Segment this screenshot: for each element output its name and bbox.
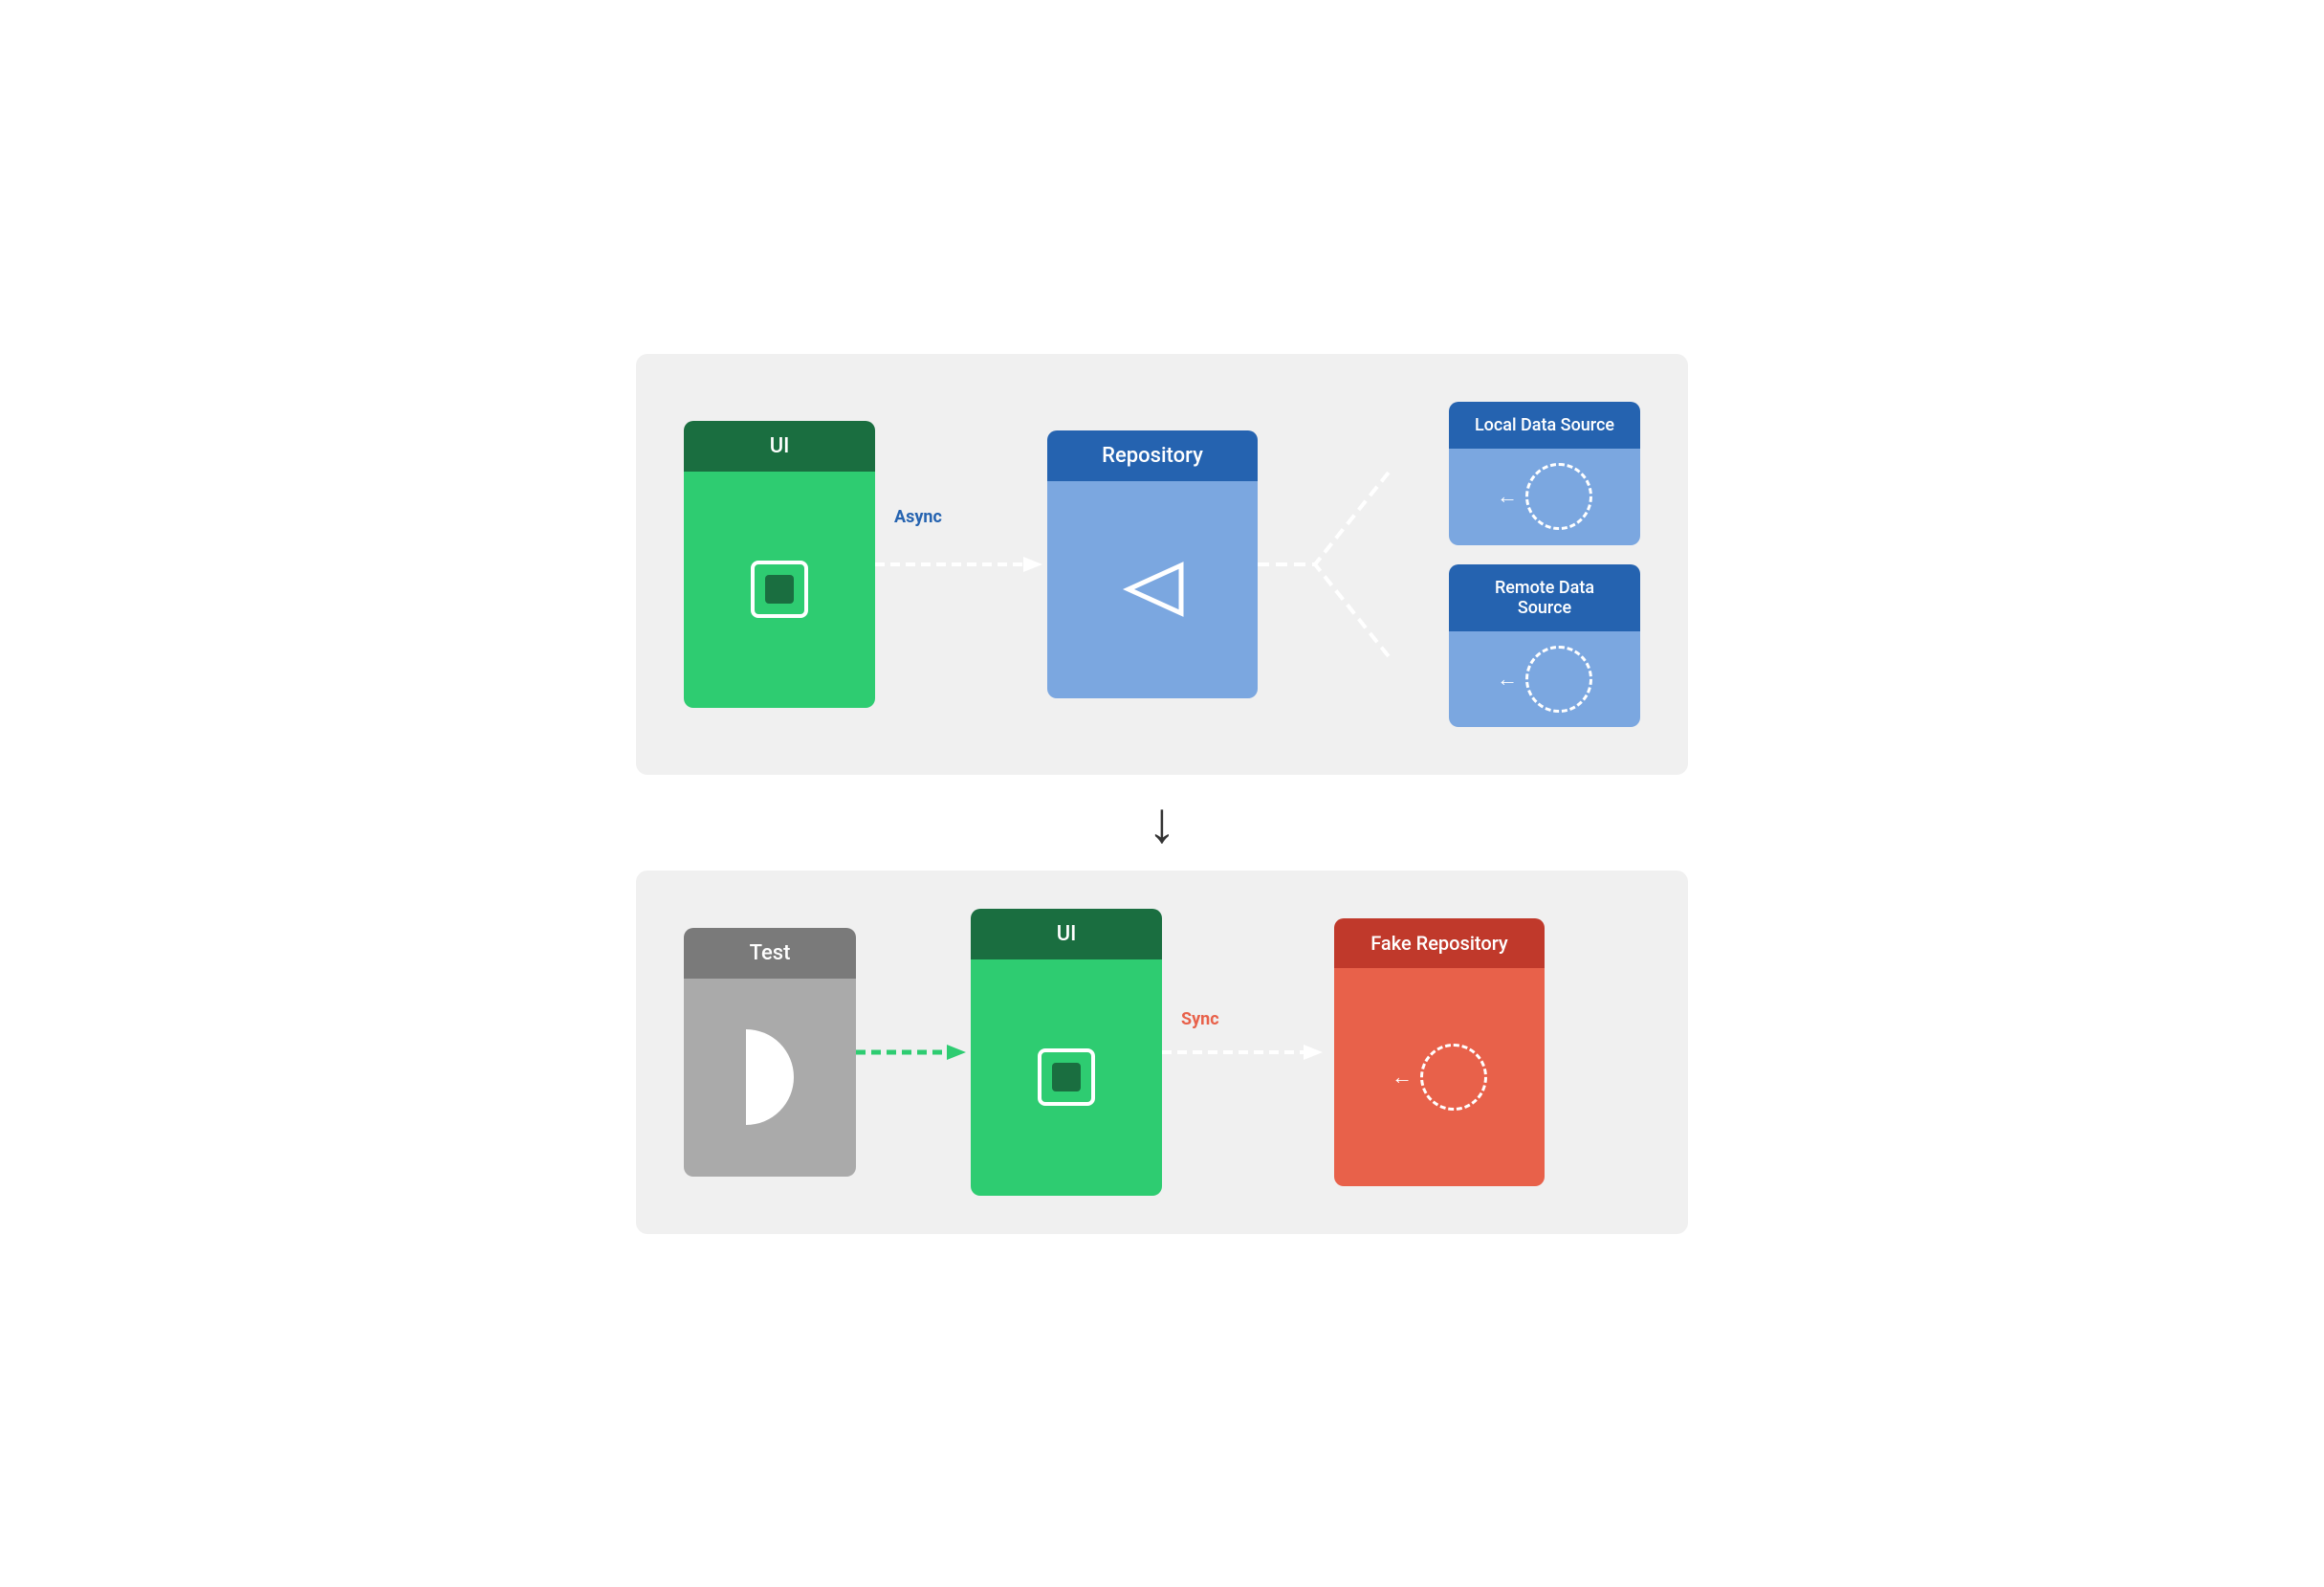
fake-repo-arrow: ← (1392, 1065, 1413, 1090)
local-ds-box: Local Data Source ← (1449, 402, 1640, 545)
local-ds-body: ← (1449, 449, 1640, 545)
async-line (875, 536, 1047, 593)
remote-ds-box: Remote Data Source ← (1449, 564, 1640, 727)
top-diagram: UI Async Repository (636, 354, 1688, 775)
remote-ds-body: ← (1449, 631, 1640, 727)
down-arrow: ↓ (1148, 794, 1176, 851)
local-ds-circle (1525, 463, 1592, 530)
bottom-ui-square-icon (1038, 1048, 1095, 1106)
ui-box: UI (684, 421, 875, 708)
remote-ds-circle (1525, 646, 1592, 713)
ds-column: Local Data Source ← Remote Data Source ← (1449, 402, 1640, 727)
local-ds-header: Local Data Source (1449, 402, 1640, 449)
local-ds-arrow-container: ← (1497, 463, 1592, 530)
main-wrapper: UI Async Repository (636, 354, 1688, 1234)
fake-repo-arrow-container: ← (1392, 1044, 1487, 1111)
remote-ds-arrow: ← (1497, 667, 1518, 692)
connector-ui-repo: Async (875, 421, 1047, 708)
connector-test-ui (856, 928, 971, 1177)
test-box: Test (684, 928, 856, 1177)
fake-repo-box: Fake Repository ← (1334, 918, 1545, 1186)
async-label: Async (894, 507, 942, 527)
ui-box-body (684, 472, 875, 708)
test-ui-line (856, 1033, 971, 1071)
repo-box-header: Repository (1047, 430, 1258, 481)
sync-line (1162, 1024, 1334, 1081)
ui-box-header: UI (684, 421, 875, 472)
bottom-ui-square-inner (1052, 1063, 1081, 1091)
fake-repo-header: Fake Repository (1334, 918, 1545, 968)
ui-square-inner (765, 575, 794, 604)
repo-box: Repository (1047, 430, 1258, 698)
test-half-circle-icon (746, 1029, 794, 1125)
bottom-ui-box-header: UI (971, 909, 1162, 959)
repo-triangle-icon (1119, 556, 1186, 623)
connector-ui-fakerepo: Sync (1162, 918, 1334, 1186)
remote-ds-arrow-container: ← (1497, 646, 1592, 713)
branch-lines (1258, 392, 1449, 737)
ui-square-icon (751, 561, 808, 618)
test-box-body (684, 979, 856, 1177)
repo-box-body (1047, 481, 1258, 698)
top-content: UI Async Repository (684, 392, 1640, 737)
bottom-ui-box-body (971, 959, 1162, 1196)
bottom-diagram: Test UI (636, 871, 1688, 1234)
local-ds-arrow: ← (1497, 484, 1518, 509)
connector-repo-ds (1258, 392, 1449, 737)
remote-ds-header: Remote Data Source (1449, 564, 1640, 631)
bottom-content: Test UI (684, 909, 1640, 1196)
test-box-header: Test (684, 928, 856, 979)
fake-repo-body: ← (1334, 968, 1545, 1186)
fake-repo-circle (1420, 1044, 1487, 1111)
bottom-ui-box: UI (971, 909, 1162, 1196)
